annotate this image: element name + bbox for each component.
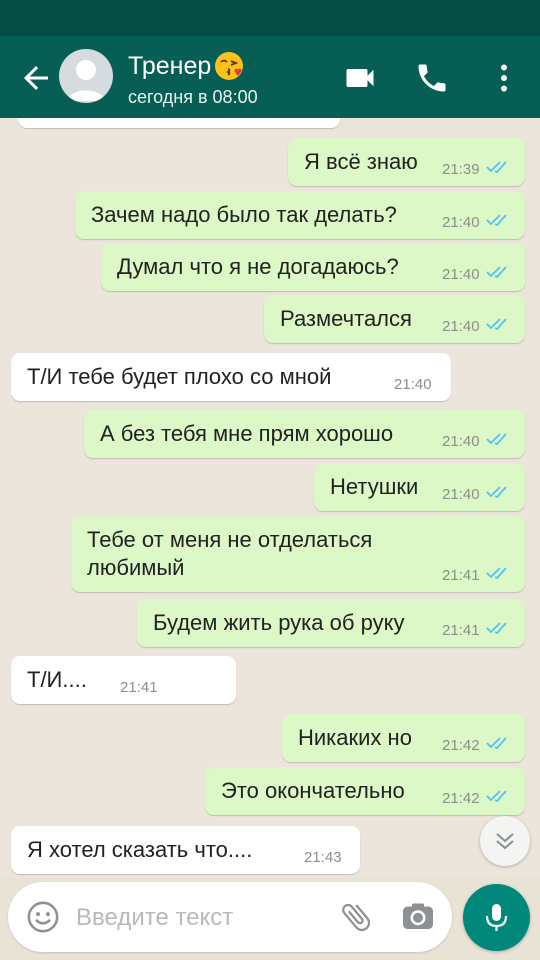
scroll-to-bottom-button[interactable] [480, 816, 530, 866]
message-composer [8, 882, 452, 952]
read-ticks-icon [486, 161, 507, 174]
message-time: 21:41 [442, 567, 480, 584]
read-ticks-icon [486, 567, 507, 580]
message-time: 21:40 [442, 266, 480, 283]
message-time: 21:42 [442, 737, 480, 754]
message-bubble-incoming[interactable]: Т/И.... 21:41 [11, 656, 236, 704]
message-bubble-outgoing[interactable]: Я всё знаю 21:39 [288, 138, 525, 186]
message-time: 21:40 [442, 486, 480, 503]
message-time: 21:43 [304, 849, 342, 866]
message-time: 21:41 [120, 679, 158, 696]
message-text: Это окончательно [221, 778, 405, 803]
message-bubble-outgoing[interactable]: Это окончательно 21:42 [205, 767, 525, 815]
message-time: 21:40 [394, 376, 432, 393]
default-avatar-icon [67, 60, 105, 101]
message-bubble-outgoing[interactable]: Думал что я не догадаюсь? 21:40 [101, 243, 525, 291]
mic-button[interactable] [463, 884, 530, 951]
chat-header: Тренер сегодня в 08:00 [0, 36, 540, 118]
message-bubble-outgoing[interactable]: Будем жить рука об руку 21:41 [137, 599, 525, 647]
contact-name-text: Тренер [128, 52, 212, 80]
message-text: Думал что я не догадаюсь? [117, 254, 399, 279]
message-text: Никаких но [298, 725, 412, 750]
more-vert-icon[interactable] [486, 60, 522, 96]
read-ticks-icon [486, 737, 507, 750]
message-time: 21:40 [442, 214, 480, 231]
read-ticks-icon [486, 318, 507, 331]
message-text: Т/И.... [27, 667, 87, 692]
avatar[interactable] [59, 49, 113, 103]
partial-message-bubble [18, 118, 340, 128]
camera-icon[interactable] [400, 899, 436, 935]
status-bar [0, 0, 540, 36]
chat-area[interactable]: Я всё знаю 21:39 Зачем надо было так дел… [0, 118, 540, 878]
mic-icon [485, 904, 508, 931]
message-time: 21:42 [442, 790, 480, 807]
contact-last-seen: сегодня в 08:00 [128, 87, 258, 107]
message-text: Нетушки [330, 474, 419, 499]
read-ticks-icon [486, 486, 507, 499]
message-bubble-outgoing[interactable]: Размечтался 21:40 [264, 295, 525, 343]
back-arrow-icon[interactable] [18, 60, 54, 96]
read-ticks-icon [486, 622, 507, 635]
read-ticks-icon [486, 433, 507, 446]
message-bubble-outgoing[interactable]: Нетушки 21:40 [314, 463, 525, 511]
double-chevron-down-icon [496, 833, 514, 850]
message-bubble-outgoing[interactable]: Никаких но 21:42 [282, 714, 525, 762]
message-text: Я хотел сказать что.... [27, 837, 253, 862]
message-text: А без тебя мне прям хорошо [100, 421, 394, 446]
contact-name[interactable]: Тренер [128, 50, 245, 82]
message-text: Я всё знаю [304, 149, 418, 174]
message-text: Т/И тебе будет плохо со мной [27, 364, 332, 389]
read-ticks-icon [486, 214, 507, 227]
message-bubble-outgoing[interactable]: Зачем надо было так делать? 21:40 [75, 191, 525, 239]
message-time: 21:40 [442, 433, 480, 450]
read-ticks-icon [486, 790, 507, 803]
phone-call-icon[interactable] [414, 60, 450, 96]
message-bubble-incoming[interactable]: Т/И тебе будет плохо со мной 21:40 [11, 353, 451, 401]
message-bubble-incoming[interactable]: Я хотел сказать что.... 21:43 [11, 826, 360, 874]
message-time: 21:41 [442, 622, 480, 639]
kissing-face-emoji-icon [215, 52, 244, 80]
message-bubble-outgoing[interactable]: Тебе от меня не отделаться любимый 21:41 [71, 516, 525, 592]
message-input[interactable] [76, 900, 326, 936]
read-ticks-icon [486, 266, 507, 279]
attach-icon[interactable] [338, 899, 374, 935]
emoji-icon[interactable] [26, 900, 60, 934]
video-call-icon[interactable] [342, 60, 378, 96]
message-text: Размечтался [280, 306, 412, 331]
message-text: Зачем надо было так делать? [91, 202, 397, 227]
message-text: Тебе от меня не отделаться любимый [87, 527, 373, 580]
message-text: Будем жить рука об руку [153, 610, 405, 635]
message-time: 21:39 [442, 161, 480, 178]
message-bubble-outgoing[interactable]: А без тебя мне прям хорошо 21:40 [84, 410, 525, 458]
message-time: 21:40 [442, 318, 480, 335]
